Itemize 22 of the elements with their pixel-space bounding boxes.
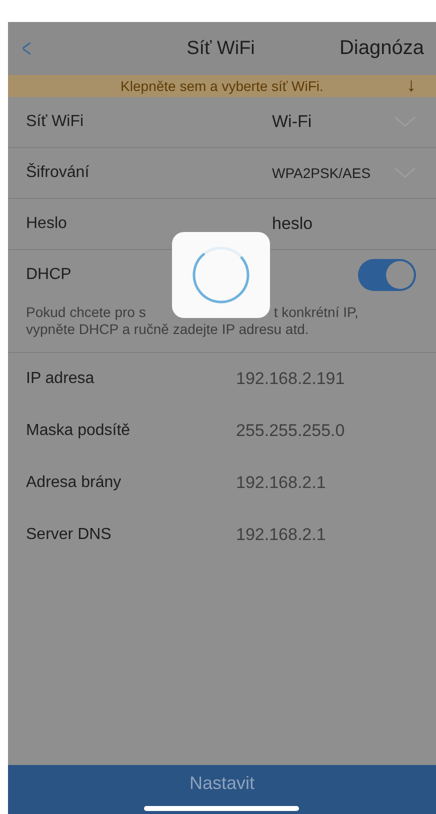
field-value: 192.168.2.191 — [236, 369, 345, 389]
banner-text: Klepněte sem a vyberte síť WiFi. — [120, 78, 324, 94]
hint-text: vypněte DHCP a ručně zadejte IP adresu atd. — [26, 321, 309, 338]
spinner-icon — [190, 244, 252, 306]
diagnosis-link[interactable]: Diagnóza — [339, 37, 424, 60]
field-label: Maska podsítě — [26, 422, 132, 440]
field-label: IP adresa — [26, 370, 96, 388]
hint-text: t konkrétní IP, — [274, 304, 358, 321]
field-value: 192.168.2.1 — [236, 473, 326, 493]
field-label: Adresa brány — [26, 474, 122, 492]
wifi-banner[interactable]: Klepněte sem a vyberte síť WiFi. ↓ — [8, 75, 436, 97]
select-field[interactable]: Šifrování WPA2PSK/AES — [8, 148, 436, 199]
select-field[interactable]: Síť WiFi Wi-Fi — [8, 97, 436, 148]
field-value: 255.255.255.0 — [236, 421, 345, 441]
submit-button[interactable]: Nastavit — [8, 765, 436, 814]
screen-title: Síť WiFi — [186, 38, 256, 60]
field-label: Server DNS — [26, 526, 112, 544]
dhcp-toggle[interactable] — [358, 259, 416, 291]
banner-arrow: ↓ — [406, 75, 416, 97]
field-value: 192.168.2.1 — [236, 525, 326, 545]
field-label: DHCP — [26, 266, 72, 284]
hint-text: Pokud chcete pro s — [26, 304, 146, 321]
